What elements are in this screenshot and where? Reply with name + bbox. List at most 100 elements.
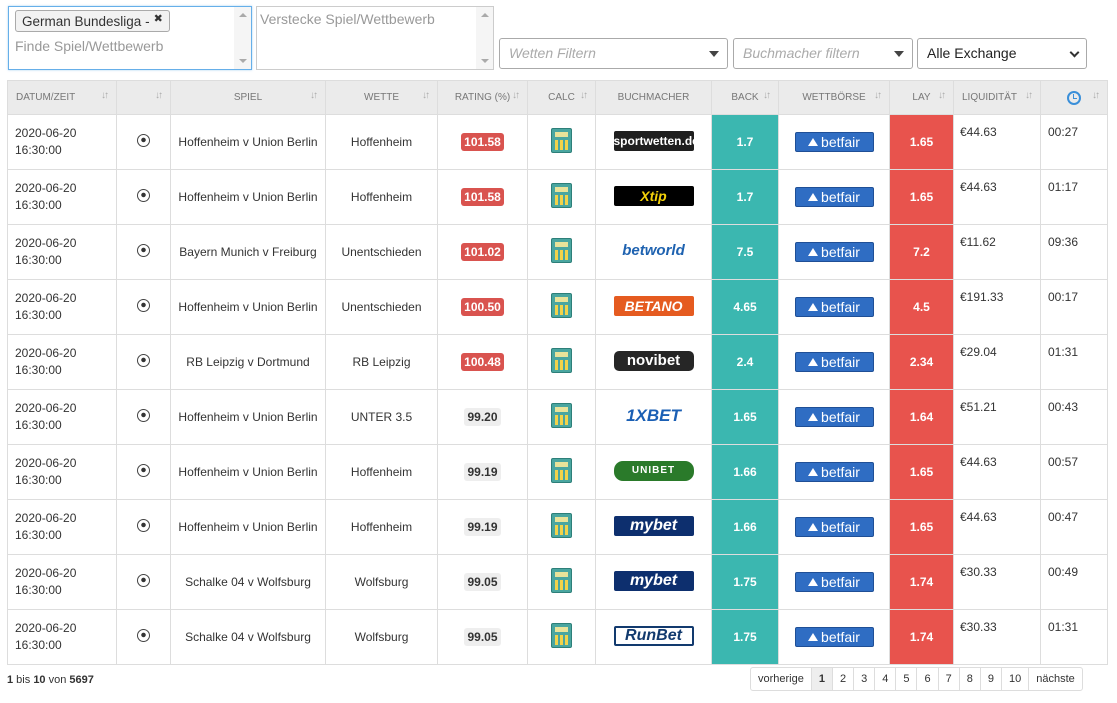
game-cell[interactable]: Hoffenheim v Union Berlin <box>170 444 326 500</box>
table-row[interactable]: 2020-06-20 16:30:00 Schalke 04 v Wolfsburg… <box>7 554 1108 610</box>
bookmaker-cell: mybet <box>595 499 712 555</box>
scroll-up-icon[interactable] <box>239 13 247 17</box>
soccer-ball-icon <box>137 464 150 477</box>
page-button[interactable]: 9 <box>981 668 1002 690</box>
bookmaker-logo[interactable]: UNIBET <box>613 460 694 481</box>
table-row[interactable]: 2020-06-20 16:30:00 RB Leipzig v Dortmund R… <box>7 334 1108 390</box>
table-row[interactable]: 2020-06-20 16:30:00 Hoffenheim v Union Ber… <box>7 444 1108 500</box>
bookmaker-logo[interactable]: Xtip <box>613 185 694 206</box>
sport-cell <box>116 169 171 225</box>
prev-page-button[interactable]: vorherige <box>751 668 812 690</box>
bookmaker-logo[interactable]: betworld <box>613 240 694 261</box>
next-page-button[interactable]: nächste <box>1029 668 1082 690</box>
page-button[interactable]: 1 <box>811 668 833 690</box>
calculator-icon[interactable] <box>551 293 572 318</box>
game-cell[interactable]: Schalke 04 v Wolfsburg <box>170 554 326 610</box>
calculator-icon[interactable] <box>551 623 572 648</box>
table-row[interactable]: 2020-06-20 16:30:00 Hoffenheim v Union Ber… <box>7 279 1108 335</box>
game-cell[interactable]: Hoffenheim v Union Berlin <box>170 279 326 335</box>
calculator-icon[interactable] <box>551 348 572 373</box>
calc-cell <box>527 389 596 445</box>
betfair-logo[interactable]: betfair <box>794 132 874 152</box>
table-row[interactable]: 2020-06-20 16:30:00 Hoffenheim v Union Ber… <box>7 114 1108 170</box>
competition-search-box[interactable]: German Bundesliga - ✖ Finde Spiel/Wettbew… <box>8 6 252 70</box>
scroll-down-icon[interactable] <box>239 59 247 63</box>
col-bookmaker[interactable]: BUCHMACHER <box>595 80 712 115</box>
page-button[interactable]: 2 <box>833 668 855 690</box>
col-game[interactable]: SPIEL ↓↑ <box>170 80 326 115</box>
exchange-select[interactable]: Alle Exchange <box>917 38 1087 69</box>
page-button[interactable]: 4 <box>875 668 897 690</box>
col-calc[interactable]: CALC ↓↑ <box>527 80 596 115</box>
betfair-logo[interactable]: betfair <box>794 242 874 262</box>
col-updated[interactable]: ↓↑ <box>1040 80 1108 115</box>
bookmaker-logo[interactable]: RunBet <box>613 625 694 646</box>
scroll-down-icon[interactable] <box>481 59 489 63</box>
scrollbar[interactable] <box>476 7 493 69</box>
bookmaker-logo[interactable]: novibet <box>613 350 694 371</box>
bookmaker-logo[interactable]: mybet <box>613 515 694 536</box>
game-cell[interactable]: Hoffenheim v Union Berlin <box>170 389 326 445</box>
table-row[interactable]: 2020-06-20 16:30:00 Hoffenheim v Union Ber… <box>7 499 1108 555</box>
remove-tag-icon[interactable]: ✖ <box>154 13 163 25</box>
hide-game-box[interactable]: Verstecke Spiel/Wettbewerb <box>256 6 494 70</box>
betfair-logo[interactable]: betfair <box>794 462 874 482</box>
calculator-icon[interactable] <box>551 238 572 263</box>
betfair-logo[interactable]: betfair <box>794 407 874 427</box>
page-button[interactable]: 3 <box>854 668 876 690</box>
game-cell[interactable]: RB Leipzig v Dortmund <box>170 334 326 390</box>
calculator-icon[interactable] <box>551 128 572 153</box>
datetime-cell: 2020-06-20 16:30:00 <box>7 334 117 390</box>
betfair-logo[interactable]: betfair <box>794 297 874 317</box>
page-button[interactable]: 10 <box>1002 668 1030 690</box>
page-button[interactable]: 7 <box>939 668 960 690</box>
col-back[interactable]: BACK ↓↑ <box>711 80 779 115</box>
col-datetime[interactable]: DATUM/ZEIT ↓↑ <box>7 80 117 115</box>
col-bet[interactable]: WETTE ↓↑ <box>325 80 438 115</box>
game-cell[interactable]: Hoffenheim v Union Berlin <box>170 114 326 170</box>
page-button[interactable]: 8 <box>960 668 981 690</box>
calculator-icon[interactable] <box>551 183 572 208</box>
scrollbar[interactable] <box>234 7 251 69</box>
bookmaker-logo[interactable]: sportwetten.de <box>613 130 694 151</box>
lay-odds-cell: 1.65 <box>889 499 954 555</box>
page-button[interactable]: 5 <box>896 668 918 690</box>
game-cell[interactable]: Hoffenheim v Union Berlin <box>170 499 326 555</box>
col-exchange[interactable]: WETTBÖRSE ↓↑ <box>778 80 890 115</box>
bookmaker-filter-select[interactable]: Buchmacher filtern <box>733 38 913 69</box>
betfair-logo[interactable]: betfair <box>794 352 874 372</box>
betfair-logo[interactable]: betfair <box>794 517 874 537</box>
calculator-icon[interactable] <box>551 458 572 483</box>
calculator-icon[interactable] <box>551 568 572 593</box>
hide-game-input[interactable]: Verstecke Spiel/Wettbewerb <box>260 11 435 27</box>
competition-search-input[interactable]: Finde Spiel/Wettbewerb <box>15 38 163 54</box>
rating-badge: 101.58 <box>461 188 504 206</box>
table-row[interactable]: 2020-06-20 16:30:00 Hoffenheim v Union Ber… <box>7 169 1108 225</box>
bookmaker-logo[interactable]: BETANO <box>613 295 694 316</box>
calculator-icon[interactable] <box>551 403 572 428</box>
betfair-logo[interactable]: betfair <box>794 572 874 592</box>
sport-cell <box>116 609 171 665</box>
bookmaker-logo[interactable]: mybet <box>613 570 694 591</box>
col-lay[interactable]: LAY ↓↑ <box>889 80 954 115</box>
bet-filter-placeholder: Wetten Filtern <box>509 45 596 61</box>
table-row[interactable]: 2020-06-20 16:30:00 Schalke 04 v Wolfsburg… <box>7 609 1108 665</box>
table-row[interactable]: 2020-06-20 16:30:00 Bayern Munich v Freibu… <box>7 224 1108 280</box>
game-cell[interactable]: Hoffenheim v Union Berlin <box>170 169 326 225</box>
betfair-logo[interactable]: betfair <box>794 187 874 207</box>
updated-cell: 01:17 <box>1040 169 1108 225</box>
col-sport[interactable]: ↓↑ <box>116 80 171 115</box>
rating-cell: 101.58 <box>437 169 528 225</box>
col-liquidity[interactable]: LIQUIDITÄT ↓↑ <box>953 80 1041 115</box>
calculator-icon[interactable] <box>551 513 572 538</box>
page-button[interactable]: 6 <box>917 668 939 690</box>
scroll-up-icon[interactable] <box>481 13 489 17</box>
table-row[interactable]: 2020-06-20 16:30:00 Hoffenheim v Union Ber… <box>7 389 1108 445</box>
game-cell[interactable]: Schalke 04 v Wolfsburg <box>170 609 326 665</box>
bet-filter-select[interactable]: Wetten Filtern <box>499 38 728 69</box>
bookmaker-logo[interactable]: 1XBET <box>613 405 694 426</box>
game-cell[interactable]: Bayern Munich v Freiburg <box>170 224 326 280</box>
betfair-logo[interactable]: betfair <box>794 627 874 647</box>
col-rating[interactable]: RATING (%) ↓↑ <box>437 80 528 115</box>
competition-tag[interactable]: German Bundesliga - ✖ <box>15 10 170 32</box>
